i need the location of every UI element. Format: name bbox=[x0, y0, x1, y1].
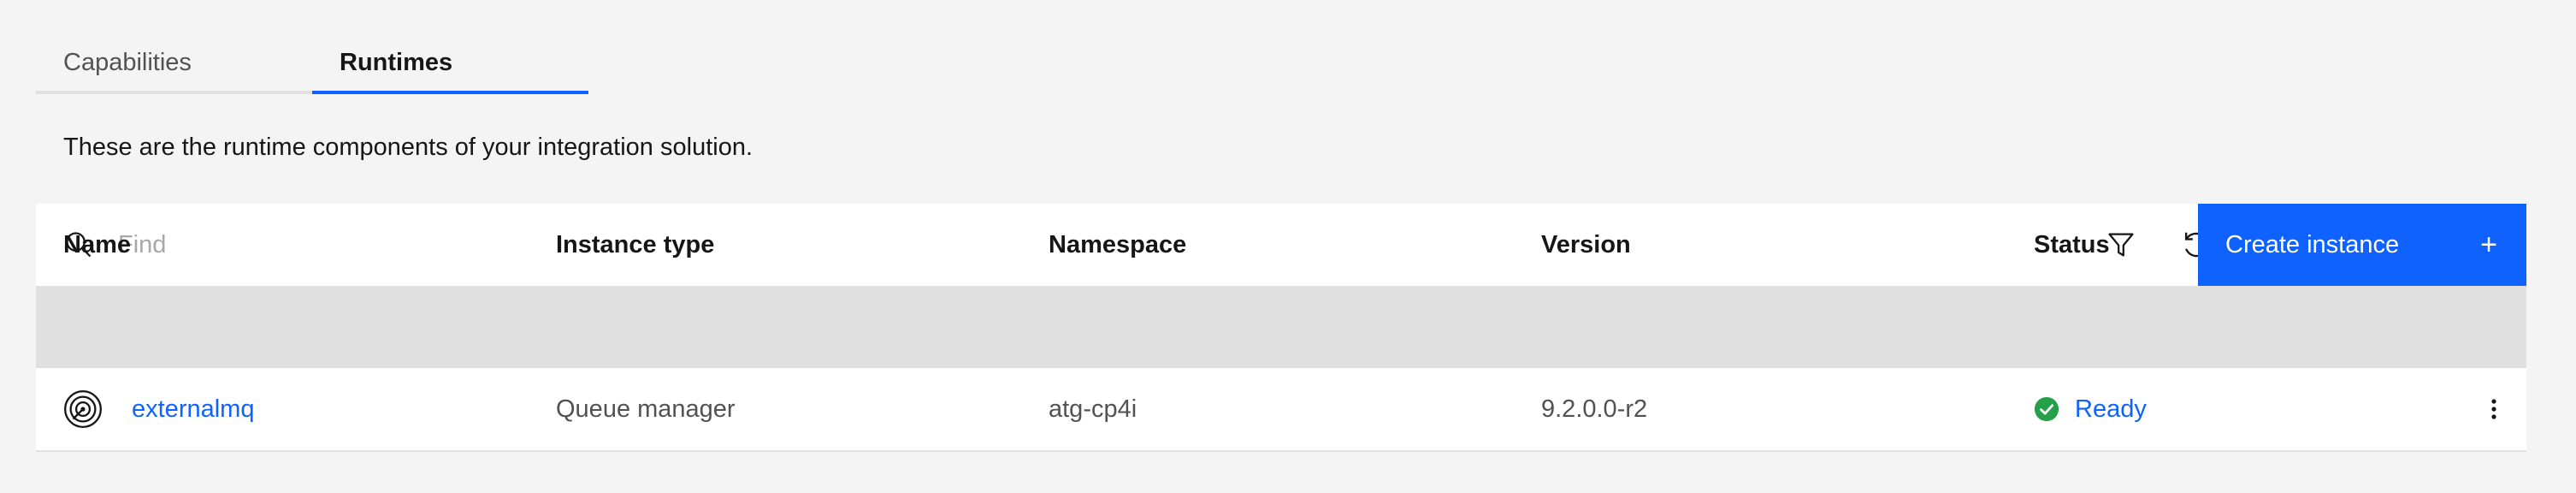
checkmark-filled-icon bbox=[2034, 396, 2059, 422]
filter-icon bbox=[2108, 233, 2134, 257]
overflow-menu-button[interactable] bbox=[2473, 389, 2514, 430]
search-input[interactable] bbox=[118, 219, 1743, 270]
overflow-menu-icon bbox=[2491, 399, 2496, 419]
plus-icon: + bbox=[2480, 228, 2497, 261]
table-row[interactable]: externalmq Queue manager atg-cp4i 9.2.0.… bbox=[36, 368, 2526, 450]
create-instance-button[interactable]: Create instance + bbox=[2198, 204, 2526, 286]
instance-type-cell: Queue manager bbox=[556, 395, 736, 423]
tab-list: Capabilities Runtimes bbox=[36, 34, 588, 94]
status-cell: Ready bbox=[2034, 368, 2147, 450]
column-header-instance-type[interactable]: Instance type bbox=[556, 204, 714, 286]
runtimes-table: Create instance + Name Instance type Nam… bbox=[36, 204, 2526, 452]
instance-name-link[interactable]: externalmq bbox=[132, 395, 254, 424]
column-header-status[interactable]: Status bbox=[2034, 204, 2110, 286]
table-header: Name Instance type Namespace Version Sta… bbox=[36, 231, 2526, 368]
column-header-version[interactable]: Version bbox=[1541, 204, 1631, 286]
status-link[interactable]: Ready bbox=[2075, 395, 2147, 424]
namespace-cell: atg-cp4i bbox=[1049, 395, 1137, 423]
tab-capabilities[interactable]: Capabilities bbox=[36, 34, 312, 94]
column-header-namespace[interactable]: Namespace bbox=[1049, 204, 1186, 286]
table-toolbar: Create instance + bbox=[36, 204, 2526, 286]
version-cell: 9.2.0.0-r2 bbox=[1541, 395, 1648, 423]
tab-label: Runtimes bbox=[340, 48, 453, 76]
name-cell: externalmq bbox=[63, 368, 254, 450]
page-description: These are the runtime components of your… bbox=[63, 134, 753, 161]
tab-label: Capabilities bbox=[63, 48, 192, 76]
column-header-name[interactable]: Name bbox=[63, 204, 131, 286]
tab-runtimes[interactable]: Runtimes bbox=[312, 34, 588, 94]
create-instance-label: Create instance bbox=[2225, 230, 2400, 258]
queue-manager-icon bbox=[64, 390, 102, 428]
